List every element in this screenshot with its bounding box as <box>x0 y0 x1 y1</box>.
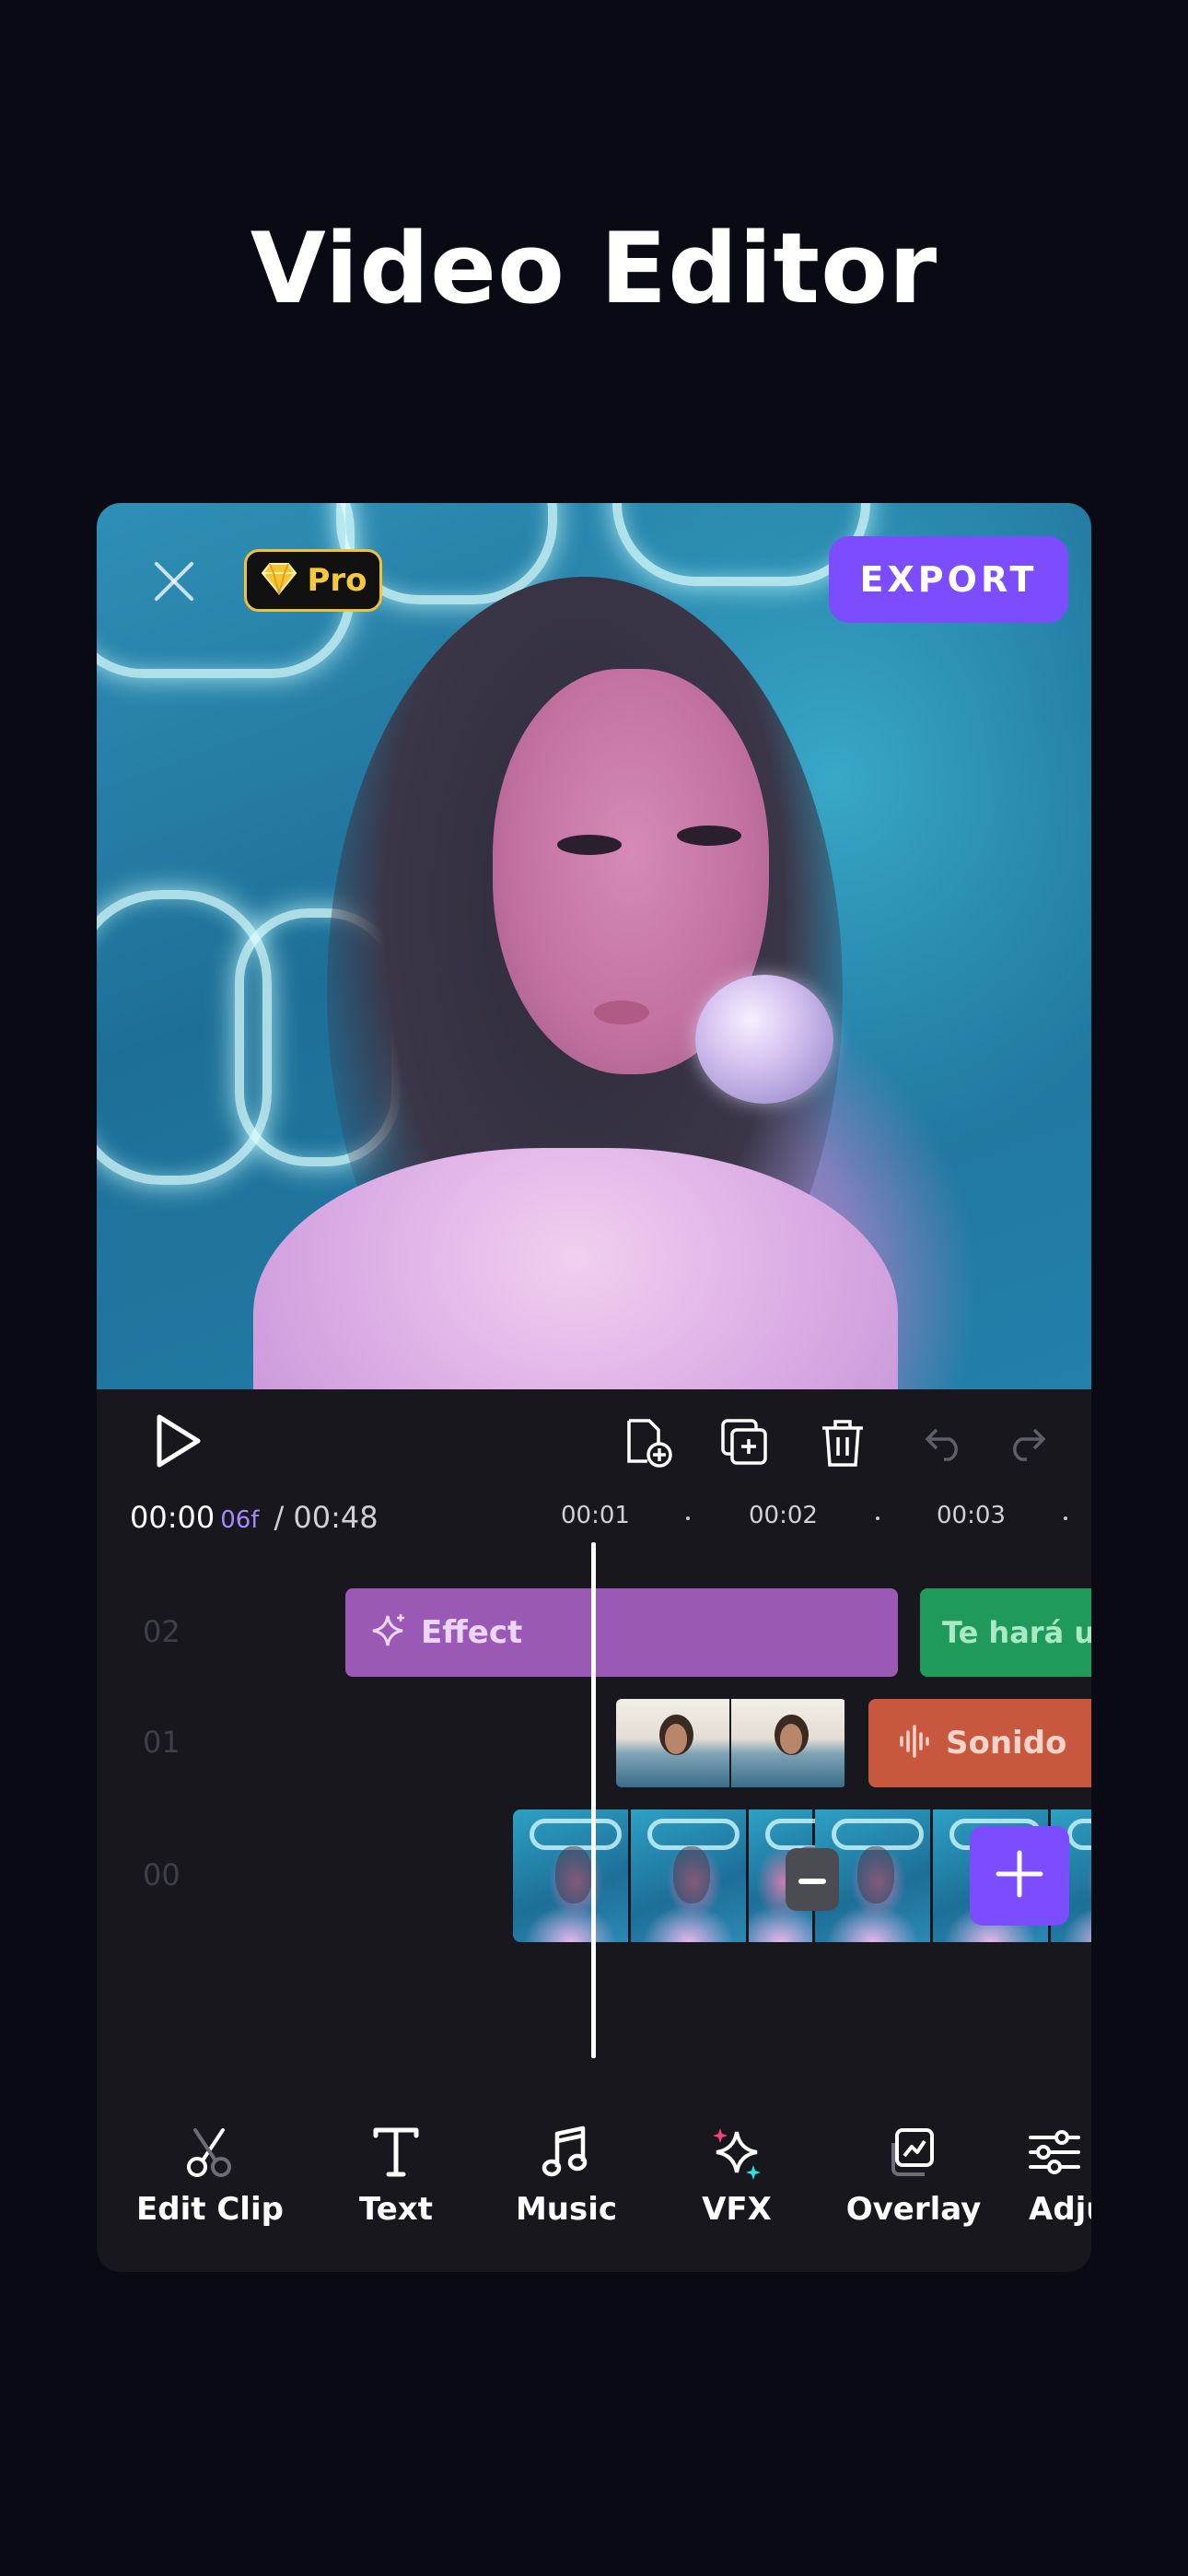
undo-icon[interactable] <box>922 1424 966 1465</box>
track-label: 01 <box>143 1725 181 1760</box>
sliders-icon <box>1027 2125 1082 2184</box>
play-icon[interactable] <box>146 1411 205 1474</box>
minus-icon <box>798 1871 826 1889</box>
text-clip-label: Te hará u <box>942 1615 1091 1650</box>
trash-icon[interactable] <box>819 1417 867 1472</box>
sound-clip-label: Sonido <box>946 1725 1067 1762</box>
export-button[interactable]: EXPORT <box>829 536 1068 623</box>
ruler-mark: 00:03 <box>937 1502 1006 1529</box>
overlay-thumbnail <box>731 1699 846 1787</box>
music-note-icon <box>539 2125 594 2184</box>
track-label: 02 <box>143 1614 181 1649</box>
ruler-tick <box>876 1516 879 1520</box>
diamond-icon <box>259 562 299 599</box>
tool-label: Music <box>515 2191 618 2228</box>
add-media-button[interactable] <box>970 1826 1069 1926</box>
tool-overlay[interactable]: Overlay <box>844 2125 983 2272</box>
tool-label: Overlay <box>845 2191 982 2228</box>
sound-clip[interactable]: Sonido <box>868 1699 1091 1787</box>
text-icon <box>368 2125 424 2184</box>
tool-label: Text <box>359 2191 433 2228</box>
plus-icon <box>995 1849 1044 1903</box>
sparkle-icon <box>709 2125 764 2184</box>
current-time: 00:00 <box>130 1500 215 1535</box>
effect-clip-label: Effect <box>421 1614 523 1651</box>
tool-edit-clip[interactable]: Edit Clip <box>136 2125 284 2272</box>
redo-icon[interactable] <box>1005 1424 1049 1465</box>
ruler-mark: 00:01 <box>561 1502 630 1529</box>
video-thumbnail <box>631 1809 749 1942</box>
tool-vfx[interactable]: VFX <box>686 2125 787 2272</box>
bottom-toolbar: Edit Clip Text Music VFX Overlay Adj <box>97 2125 1091 2272</box>
overlay-clip[interactable] <box>616 1699 846 1787</box>
overlay-thumbnail <box>616 1699 731 1787</box>
tool-label: Adju <box>1029 2191 1091 2228</box>
ruler-tick <box>1064 1516 1067 1520</box>
video-thumbnail <box>513 1809 631 1942</box>
overlay-icon <box>886 2125 941 2184</box>
video-preview[interactable]: Pro EXPORT <box>97 503 1091 1389</box>
playback-controls <box>97 1389 1091 1491</box>
timecode-display: 00:00 06f / 00:48 <box>130 1500 379 1537</box>
pro-badge[interactable]: Pro <box>244 549 382 612</box>
tool-adjust[interactable]: Adju <box>1027 2125 1091 2272</box>
tool-label: Edit Clip <box>136 2191 284 2228</box>
text-clip[interactable]: Te hará u <box>920 1588 1091 1677</box>
ruler-tick <box>686 1516 690 1520</box>
waveform-icon <box>896 1723 933 1763</box>
current-frame: 06f <box>220 1506 260 1534</box>
sparkle-icon <box>371 1612 408 1653</box>
pro-label: Pro <box>307 562 367 599</box>
close-icon[interactable] <box>146 553 202 608</box>
bubble-gum <box>695 975 833 1104</box>
transition-button[interactable] <box>786 1848 839 1911</box>
total-time: / 00:48 <box>274 1500 379 1535</box>
tool-music[interactable]: Music <box>511 2125 622 2272</box>
track-label: 00 <box>143 1857 181 1892</box>
lips <box>594 1001 649 1025</box>
tool-label: VFX <box>702 2191 772 2228</box>
duplicate-icon[interactable] <box>719 1417 771 1472</box>
add-clip-icon[interactable] <box>622 1417 673 1472</box>
editor-screen: Pro EXPORT 00:00 06f / 00:48 00:01 00:02… <box>97 503 1091 2272</box>
playhead[interactable] <box>591 1542 596 2058</box>
eye <box>557 835 622 855</box>
eye <box>677 825 741 846</box>
tool-text[interactable]: Text <box>345 2125 447 2272</box>
ruler-mark: 00:02 <box>749 1502 818 1529</box>
headline: Video Editor <box>250 212 938 325</box>
scissors-icon <box>182 2125 238 2184</box>
effect-clip[interactable]: Effect <box>345 1588 898 1677</box>
